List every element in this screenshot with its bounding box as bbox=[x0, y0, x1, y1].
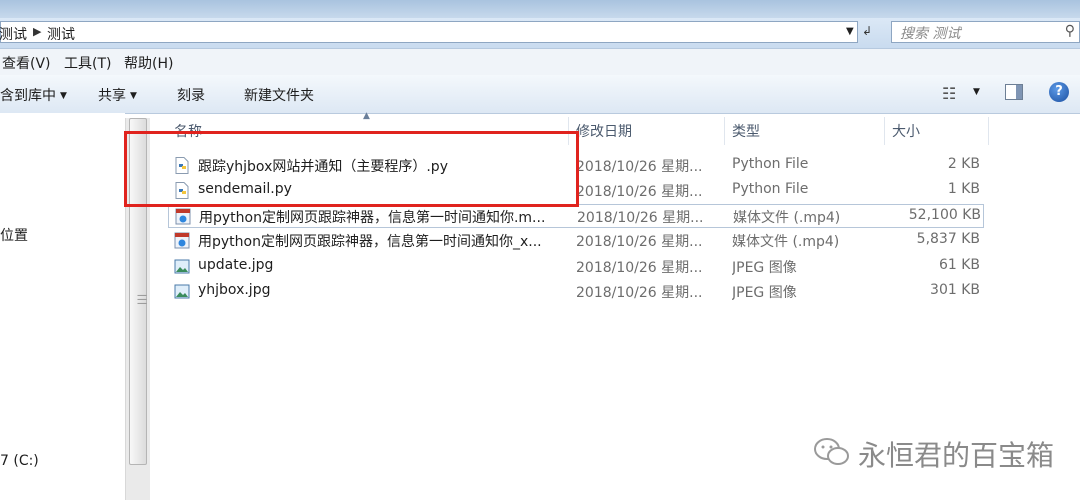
burn-button[interactable]: 刻录 bbox=[177, 85, 205, 105]
file-type: 媒体文件 (.mp4) bbox=[733, 210, 841, 226]
breadcrumb-current[interactable]: 测试 bbox=[47, 24, 75, 44]
include-in-library-button[interactable]: 包含到库中▼ bbox=[0, 85, 67, 105]
file-row[interactable]: 跟踪yhjbox网站并通知（主要程序）.py 2018/10/26 星期... … bbox=[168, 154, 984, 178]
column-header-date[interactable]: 修改日期 bbox=[576, 121, 632, 141]
command-toolbar: 包含到库中▼ 共享▼ 刻录 新建文件夹 ☷ ▼ ? bbox=[0, 75, 1080, 114]
share-button[interactable]: 共享 ▼ bbox=[98, 85, 137, 105]
scrollbar-thumb[interactable]: — — — bbox=[129, 118, 147, 465]
file-size: 5,837 KB bbox=[916, 231, 980, 247]
image-file-icon bbox=[174, 284, 190, 299]
file-size: 1 KB bbox=[947, 181, 980, 197]
column-header-type[interactable]: 类型 bbox=[732, 121, 760, 141]
file-date: 2018/10/26 星期... bbox=[576, 285, 703, 301]
view-dropdown-icon[interactable]: ▼ bbox=[973, 87, 980, 97]
python-file-icon bbox=[175, 182, 189, 199]
video-file-icon bbox=[175, 208, 191, 225]
file-date: 2018/10/26 星期... bbox=[576, 260, 703, 276]
sort-ascending-icon: ▲ bbox=[363, 111, 370, 121]
file-type: JPEG 图像 bbox=[732, 285, 797, 301]
file-row[interactable]: 用python定制网页跟踪神器，信息第一时间通知你_x... 2018/10/2… bbox=[168, 229, 984, 253]
file-date: 2018/10/26 星期... bbox=[576, 234, 703, 250]
dropdown-arrow-icon: ▼ bbox=[60, 91, 67, 101]
file-type: JPEG 图像 bbox=[732, 260, 797, 276]
column-header-size[interactable]: 大小 bbox=[892, 121, 920, 141]
file-type: Python File bbox=[732, 156, 809, 172]
file-name: 用python定制网页跟踪神器，信息第一时间通知你.m... bbox=[199, 210, 546, 226]
file-type: 媒体文件 (.mp4) bbox=[732, 234, 840, 250]
breadcrumb-parent[interactable]: 测试 bbox=[0, 24, 27, 44]
column-divider[interactable] bbox=[724, 117, 725, 145]
file-row[interactable]: update.jpg 2018/10/26 星期... JPEG 图像 61 K… bbox=[168, 255, 984, 279]
file-name: 用python定制网页跟踪神器，信息第一时间通知你_x... bbox=[198, 234, 542, 250]
file-name: update.jpg bbox=[198, 257, 274, 273]
watermark-text: 永恒君的百宝箱 bbox=[858, 439, 1055, 472]
column-divider[interactable] bbox=[884, 117, 885, 145]
file-name: 跟踪yhjbox网站并通知（主要程序）.py bbox=[198, 159, 448, 175]
menu-view[interactable]: 查看(V) bbox=[2, 53, 51, 73]
preview-pane-icon[interactable] bbox=[1005, 84, 1023, 100]
image-file-icon bbox=[174, 259, 190, 274]
file-row[interactable]: 用python定制网页跟踪神器，信息第一时间通知你.m... 2018/10/2… bbox=[168, 204, 984, 228]
refresh-icon[interactable]: ↲ bbox=[862, 24, 872, 38]
file-name: sendemail.py bbox=[198, 181, 292, 197]
menu-help[interactable]: 帮助(H) bbox=[124, 53, 173, 73]
menu-tools[interactable]: 工具(T) bbox=[64, 53, 111, 73]
wechat-icon bbox=[814, 438, 849, 465]
file-row[interactable]: sendemail.py 2018/10/26 星期... Python Fil… bbox=[168, 179, 984, 203]
sidebar-scrollbar[interactable]: — — — bbox=[125, 118, 150, 500]
window-title-bar bbox=[0, 0, 1080, 18]
sidebar-item-location[interactable]: 位置 bbox=[0, 225, 28, 245]
file-size: 52,100 KB bbox=[908, 207, 981, 223]
file-size: 2 KB bbox=[947, 156, 980, 172]
sidebar-item-drive-c[interactable]: 7 (C:) bbox=[0, 453, 39, 469]
file-name: yhjbox.jpg bbox=[198, 282, 271, 298]
view-options-icon[interactable]: ☷ bbox=[942, 84, 956, 103]
python-file-icon bbox=[175, 157, 189, 174]
video-file-icon bbox=[174, 232, 190, 249]
navigation-pane: 位置 7 (C:) bbox=[0, 113, 125, 500]
column-divider[interactable] bbox=[568, 117, 569, 145]
search-icon[interactable]: ⚲ bbox=[1065, 23, 1075, 39]
file-type: Python File bbox=[732, 181, 809, 197]
file-row[interactable]: yhjbox.jpg 2018/10/26 星期... JPEG 图像 301 … bbox=[168, 280, 984, 304]
new-folder-button[interactable]: 新建文件夹 bbox=[244, 85, 314, 105]
breadcrumb-separator-icon: ▶ bbox=[33, 25, 42, 38]
address-dropdown-icon[interactable]: ▼ bbox=[846, 26, 854, 37]
file-date: 2018/10/26 星期... bbox=[577, 210, 704, 226]
grip-icon: — — — bbox=[137, 290, 147, 309]
dropdown-arrow-icon: ▼ bbox=[130, 91, 137, 101]
address-bar: 测试 ▶ 测试 ▼ ↲ 搜索 测试 ⚲ bbox=[0, 18, 1080, 49]
column-divider[interactable] bbox=[988, 117, 989, 145]
search-input[interactable]: 搜索 测试 ⚲ bbox=[891, 21, 1080, 43]
help-icon[interactable]: ? bbox=[1049, 82, 1069, 102]
breadcrumb[interactable]: 测试 ▶ 测试 ▼ bbox=[0, 21, 858, 43]
search-placeholder: 搜索 测试 bbox=[900, 26, 961, 42]
file-date: 2018/10/26 星期... bbox=[576, 159, 703, 175]
file-size: 301 KB bbox=[930, 282, 980, 298]
file-size: 61 KB bbox=[938, 257, 980, 273]
menu-bar: 查看(V) 工具(T) 帮助(H) bbox=[0, 49, 1080, 75]
column-header-name[interactable]: 名称 bbox=[174, 121, 202, 141]
file-date: 2018/10/26 星期... bbox=[576, 184, 703, 200]
